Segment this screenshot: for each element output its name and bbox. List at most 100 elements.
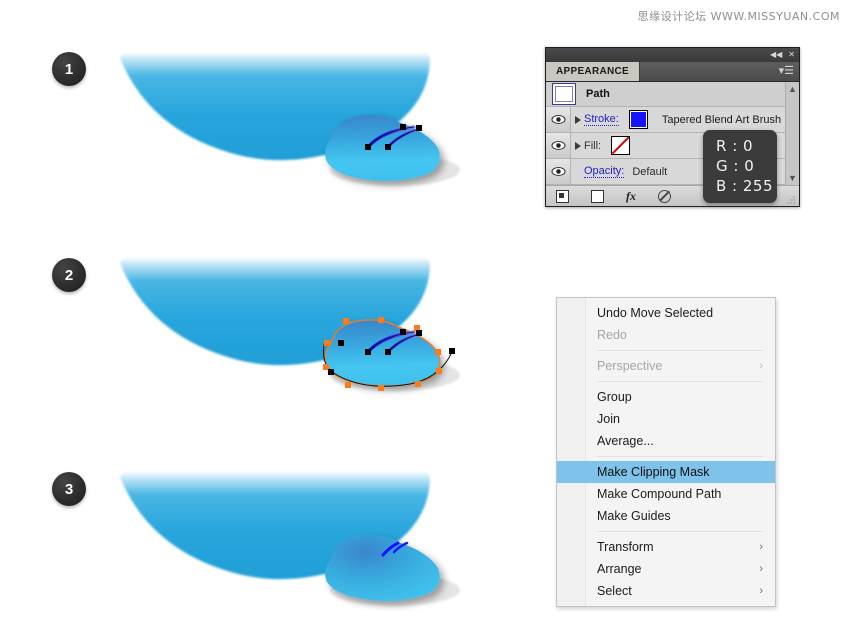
context-menu-item-label: Average... [597, 434, 654, 448]
eye-icon [550, 115, 566, 124]
anchor-selected [378, 385, 384, 391]
submenu-arrow-icon: › [759, 360, 763, 372]
context-menu-item-label: Arrange [597, 562, 642, 576]
anchor-point [385, 144, 391, 150]
context-menu-item-redo: Redo [557, 324, 775, 346]
anchor-point [328, 369, 334, 375]
context-menu-item-label: Make Guides [597, 509, 671, 523]
clear-appearance-icon [658, 189, 671, 203]
step-3-artwork [120, 471, 460, 606]
fill-none-swatch[interactable] [611, 136, 631, 155]
context-menu-items: Undo Move Selected Redo Perspective › Group J… [557, 302, 775, 602]
target-path-label: Path [586, 88, 610, 100]
context-menu-item-make-clipping-mask[interactable]: Make Clipping Mask [557, 461, 775, 483]
disclosure-stroke[interactable] [571, 115, 584, 124]
context-menu: Undo Move Selected Redo Perspective › Group J… [556, 297, 776, 607]
eye-icon [550, 167, 566, 176]
anchor-selected [345, 382, 351, 388]
visibility-toggle-stroke[interactable] [546, 107, 571, 132]
context-menu-item-join[interactable]: Join [557, 408, 775, 430]
fill-label[interactable]: Fill: [584, 140, 601, 152]
context-menu-item-group[interactable]: Group [557, 386, 775, 408]
context-menu-separator [597, 456, 763, 457]
target-path-row[interactable]: Path [546, 82, 799, 107]
anchor-selected [378, 317, 384, 323]
submenu-arrow-icon: › [759, 541, 763, 553]
context-menu-item-undo-move-selected[interactable]: Undo Move Selected [557, 302, 775, 324]
step-badge-3: 3 [52, 472, 86, 506]
context-menu-item-transform[interactable]: Transform › [557, 536, 775, 558]
context-menu-item-label: Make Clipping Mask [597, 465, 710, 479]
visibility-toggle-fill[interactable] [546, 133, 571, 158]
anchor-selected [435, 349, 441, 355]
eye-icon [550, 141, 566, 150]
resize-grip-icon[interactable] [787, 195, 796, 204]
submenu-arrow-icon: › [759, 585, 763, 597]
scroll-up-icon[interactable]: ▲ [788, 82, 797, 96]
blob-shape-1 [325, 114, 440, 182]
anchor-point [416, 330, 422, 336]
context-menu-separator [597, 531, 763, 532]
visibility-toggle-opacity[interactable] [546, 159, 571, 184]
panel-titlebar: ◀◀ ✕ [546, 48, 799, 62]
context-menu-item-make-compound-path[interactable]: Make Compound Path [557, 483, 775, 505]
anchor-point [365, 144, 371, 150]
step-2-artwork [120, 257, 460, 391]
context-menu-item-make-guides[interactable]: Make Guides [557, 505, 775, 527]
context-menu-item-label: Make Compound Path [597, 487, 722, 501]
tooltip-blue-value: B : 255 [716, 177, 774, 195]
context-menu-item-label: Transform [597, 540, 654, 554]
anchor-point [385, 349, 391, 355]
context-menu-item-label: Select [597, 584, 632, 598]
context-menu-separator [597, 381, 763, 382]
illustration-canvas: 思缘设计论坛 WWW.MISSYUAN.COM 1 2 3 ◀◀ ✕ APPEA… [0, 0, 850, 640]
tooltip-red-value: R : 0 [716, 137, 754, 155]
step-badge-2: 2 [52, 258, 86, 292]
context-menu-item-arrange[interactable]: Arrange › [557, 558, 775, 580]
stroke-brush-name: Tapered Blend Art Brush [661, 113, 782, 126]
anchor-point [449, 348, 455, 354]
context-menu-item-perspective: Perspective › [557, 355, 775, 377]
tab-empty-area: ▾☰ [640, 62, 799, 81]
tab-appearance[interactable]: APPEARANCE [546, 62, 641, 81]
anchor-point [400, 329, 406, 335]
add-effect-button[interactable]: fx [626, 189, 636, 204]
collapse-icon[interactable]: ◀◀ [770, 51, 782, 59]
add-new-stroke-button[interactable] [556, 189, 569, 203]
tooltip-green-value: G : 0 [716, 157, 755, 175]
anchor-point [338, 340, 344, 346]
clear-appearance-button[interactable] [658, 189, 671, 203]
scroll-down-icon[interactable]: ▼ [788, 171, 797, 185]
stroke-color-swatch[interactable] [628, 110, 648, 129]
anchor-selected [324, 340, 330, 346]
stroke-label[interactable]: Stroke: [584, 113, 619, 126]
anchor-selected [343, 318, 349, 324]
rgb-color-tooltip: R : 0 G : 0 B : 255 [703, 130, 777, 203]
context-menu-item-label: Redo [597, 328, 627, 342]
blob-shape-3 [325, 534, 440, 602]
anchor-point [416, 125, 422, 131]
context-menu-separator [597, 350, 763, 351]
anchor-point [400, 124, 406, 130]
anchor-selected [415, 381, 421, 387]
context-menu-item-select[interactable]: Select › [557, 580, 775, 602]
triangle-right-icon [574, 141, 581, 150]
disclosure-fill[interactable] [571, 141, 584, 150]
panel-tab-strip: APPEARANCE ▾☰ [546, 62, 799, 82]
add-new-fill-icon [591, 189, 604, 203]
panel-menu-icon[interactable]: ▾☰ [779, 66, 794, 77]
close-icon[interactable]: ✕ [788, 51, 795, 59]
anchor-selected [436, 368, 442, 374]
step-1-artwork [120, 52, 460, 186]
context-menu-item-label: Join [597, 412, 620, 426]
opacity-value: Default [632, 165, 668, 178]
anchor-point [365, 349, 371, 355]
panel-scrollbar[interactable]: ▲ ▼ [785, 82, 799, 185]
submenu-arrow-icon: › [759, 563, 763, 575]
context-menu-item-average[interactable]: Average... [557, 430, 775, 452]
context-menu-item-label: Perspective [597, 359, 663, 373]
triangle-right-icon [574, 115, 581, 124]
opacity-label[interactable]: Opacity: [584, 165, 625, 178]
add-new-fill-button[interactable] [591, 189, 604, 203]
step-badge-1: 1 [52, 52, 86, 86]
